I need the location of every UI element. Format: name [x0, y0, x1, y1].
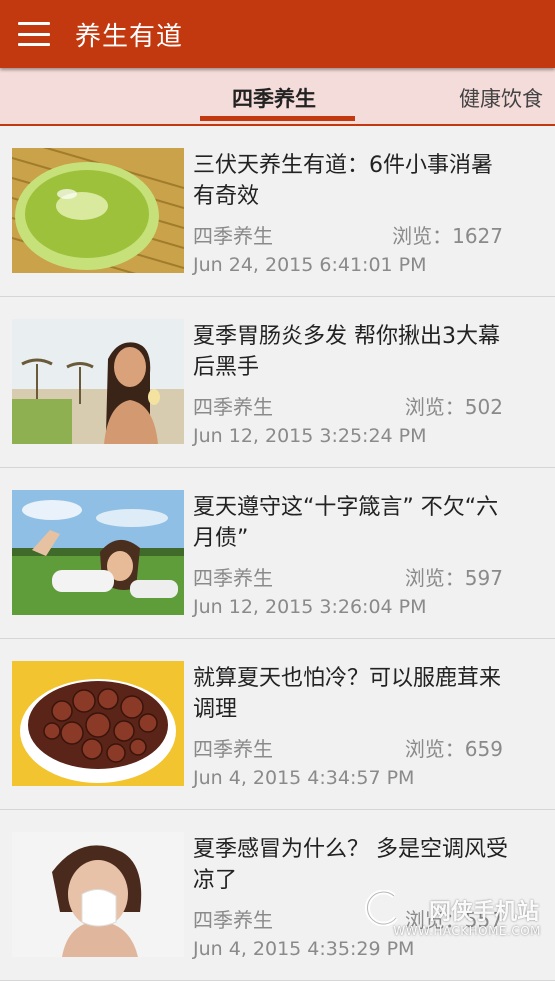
green-tea-bowl-image — [12, 148, 184, 273]
watermark-url: WWW.HACKHOME.COM — [393, 924, 541, 938]
article-title: 三伏天养生有道：6件小事消暑有奇效 — [193, 153, 493, 209]
app-bar: 养生有道 — [0, 0, 555, 68]
woman-ice-cream-beach-image — [12, 319, 184, 444]
category-tabs: 四季养生 健康饮食 — [0, 68, 555, 126]
woman-lying-grass-image — [12, 490, 184, 615]
article-category: 四季养生 — [193, 737, 273, 761]
active-tab-indicator — [200, 116, 355, 121]
article-date: Jun 4, 2015 4:34:57 PM — [193, 767, 415, 789]
article-category: 四季养生 — [193, 395, 273, 419]
article-views: 浏览：659 — [404, 737, 503, 761]
article-date: Jun 12, 2015 3:26:04 PM — [193, 596, 427, 618]
article-category: 四季养生 — [193, 566, 273, 590]
article-date: Jun 12, 2015 3:25:24 PM — [193, 425, 427, 447]
article-item[interactable]: 夏天遵守这“十字箴言” 不欠“六月债” 四季养生 浏览：597 Jun 12, … — [0, 468, 555, 639]
article-views: 浏览：1627 — [392, 224, 503, 248]
watermark-overlay: 网侠手机站 WWW.HACKHOME.COM — [362, 880, 547, 950]
article-title: 夏天遵守这“十字箴言” 不欠“六月债” — [193, 495, 499, 551]
watermark-logo-icon — [364, 890, 398, 926]
article-views: 浏览：597 — [404, 566, 503, 590]
article-date: Jun 24, 2015 6:41:01 PM — [193, 254, 427, 276]
tab-healthy-diet[interactable]: 健康饮食 — [459, 68, 543, 124]
app-title: 养生有道 — [75, 21, 184, 52]
article-item[interactable]: 就算夏天也怕冷？可以服鹿茸来调理 四季养生 浏览：659 Jun 4, 2015… — [0, 639, 555, 810]
article-title: 夏季胃肠炎多发 帮你揪出3大幕后黑手 — [193, 324, 500, 380]
watermark-name: 网侠手机站 — [428, 900, 539, 925]
article-title: 就算夏天也怕冷？可以服鹿茸来调理 — [193, 666, 502, 722]
woman-sneezing-tissue-image — [12, 832, 184, 957]
article-list: 三伏天养生有道：6件小事消暑有奇效 四季养生 浏览：1627 Jun 24, 2… — [0, 126, 555, 981]
article-category: 四季养生 — [193, 224, 273, 248]
article-views: 浏览：502 — [404, 395, 503, 419]
article-category: 四季养生 — [193, 908, 273, 932]
article-item[interactable]: 三伏天养生有道：6件小事消暑有奇效 四季养生 浏览：1627 Jun 24, 2… — [0, 126, 555, 297]
article-item[interactable]: 夏季胃肠炎多发 帮你揪出3大幕后黑手 四季养生 浏览：502 Jun 12, 2… — [0, 297, 555, 468]
hamburger-menu-icon[interactable] — [18, 22, 50, 46]
deer-antler-slices-plate-image — [12, 661, 184, 786]
